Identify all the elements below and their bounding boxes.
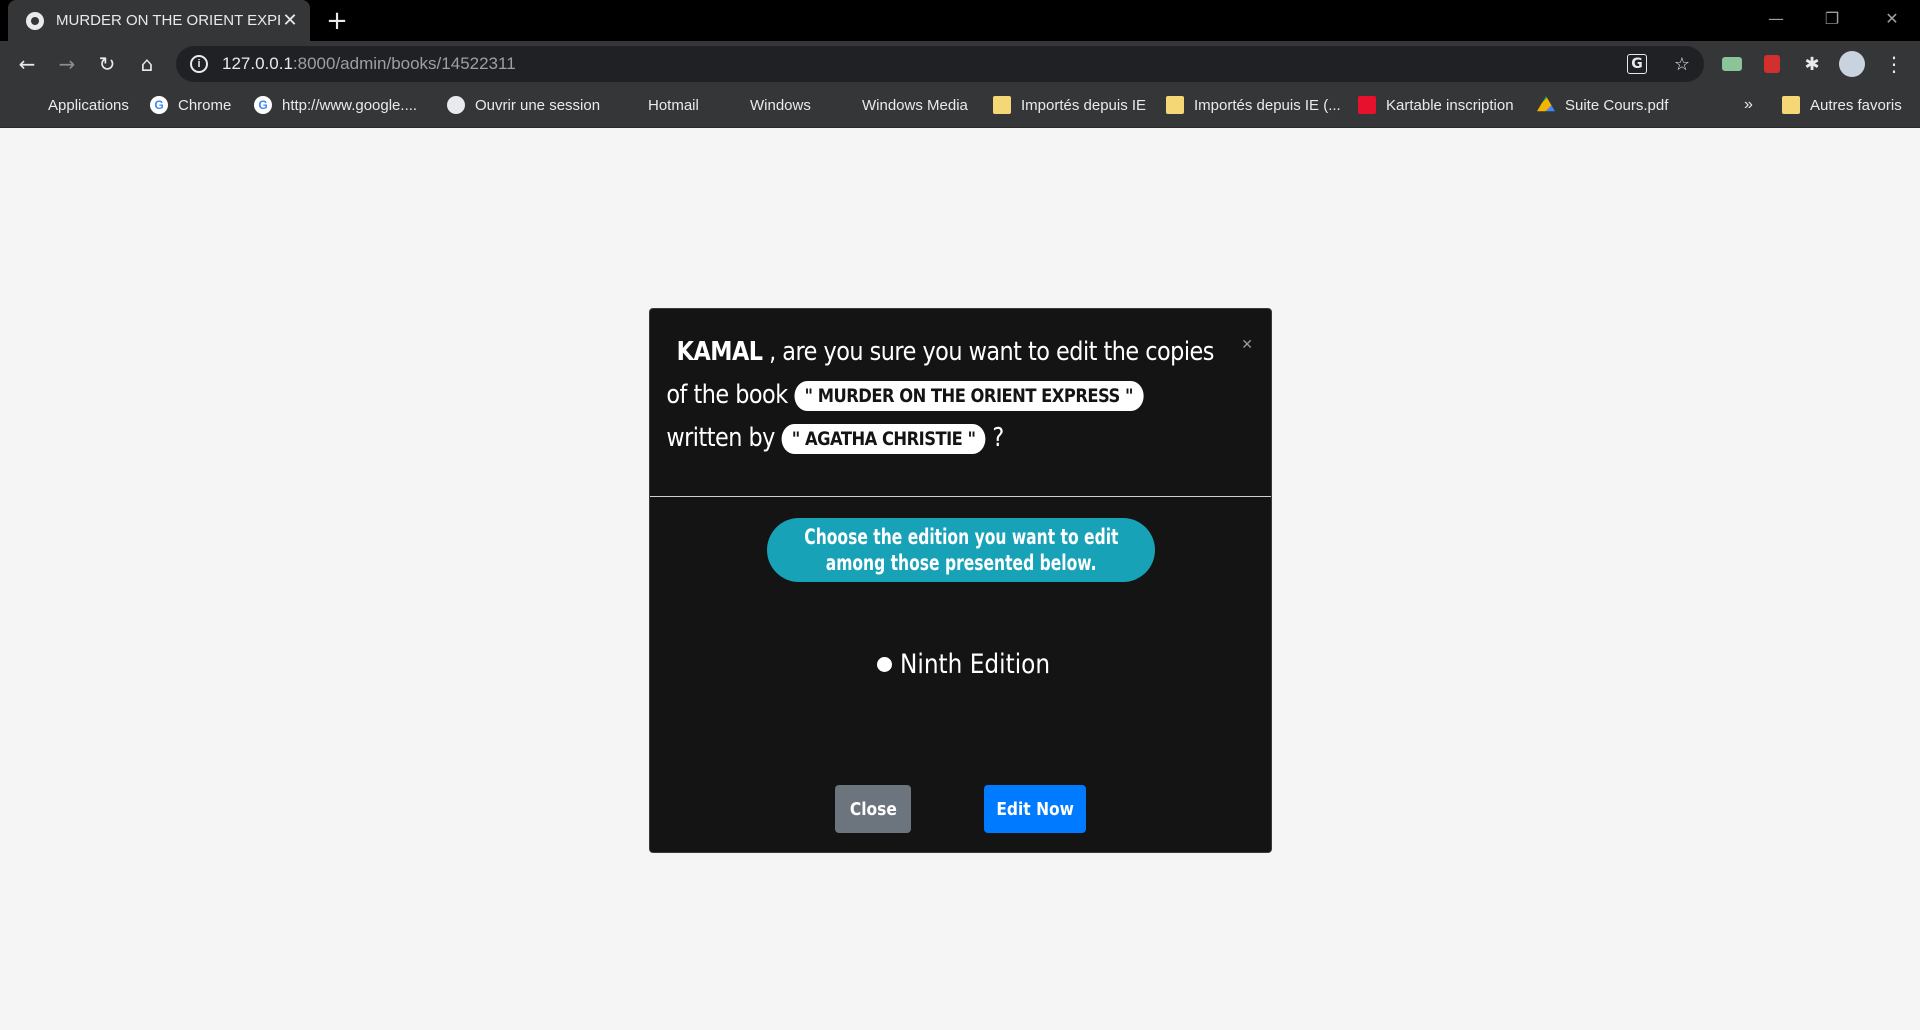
tab-strip: MURDER ON THE ORIENT EXPRE ✕ + — ❐ ✕ bbox=[0, 0, 1920, 41]
bookmark-kartable[interactable]: Kartable inscription bbox=[1358, 87, 1514, 123]
bookmark-label: http://www.google.... bbox=[282, 96, 418, 114]
globe-icon bbox=[26, 11, 44, 30]
tab-title: MURDER ON THE ORIENT EXPRE bbox=[56, 12, 280, 29]
author-badge: " AGATHA CHRISTIE " bbox=[781, 423, 986, 454]
question-text: written by bbox=[666, 423, 782, 453]
folder-icon bbox=[993, 96, 1011, 114]
windows-logo-icon bbox=[834, 96, 852, 114]
kartable-icon bbox=[1358, 96, 1376, 114]
bookmark-suite-cours[interactable]: Suite Cours.pdf bbox=[1537, 87, 1668, 123]
forward-icon[interactable]: → bbox=[52, 49, 82, 79]
edit-now-button[interactable]: Edit Now bbox=[984, 785, 1086, 833]
bookmark-label: Autres favoris bbox=[1810, 96, 1902, 114]
address-bar[interactable]: i 127.0.0.1 :8000/admin/books/14522311 bbox=[176, 46, 1704, 82]
windows-logo-icon bbox=[620, 96, 638, 114]
bookmark-label: Applications bbox=[48, 96, 129, 114]
windows-logo-icon bbox=[722, 96, 740, 114]
bookmark-google[interactable]: http://www.google.... bbox=[254, 87, 417, 123]
banner-line-2: among those presented below. bbox=[825, 551, 1097, 575]
bookmark-label: Kartable inscription bbox=[1386, 96, 1514, 114]
apps-grid-icon bbox=[20, 96, 38, 114]
google-drive-icon bbox=[1537, 96, 1555, 112]
minimize-button[interactable]: — bbox=[1748, 0, 1804, 36]
window-close-button[interactable]: ✕ bbox=[1864, 0, 1920, 36]
globe-icon bbox=[447, 96, 465, 114]
bookmarks-overflow-icon[interactable]: » bbox=[1744, 87, 1753, 123]
new-tab-button[interactable]: + bbox=[323, 6, 351, 36]
bookmark-hotmail[interactable]: Hotmail bbox=[620, 87, 699, 123]
close-button-label: Close bbox=[849, 798, 897, 820]
banner-line-1: Choose the edition you want to edit bbox=[803, 525, 1119, 549]
bookmark-label: Windows bbox=[750, 96, 811, 114]
bookmark-importes-ie[interactable]: Importés depuis IE bbox=[993, 87, 1146, 123]
user-name: KAMAL bbox=[676, 337, 763, 367]
google-icon bbox=[254, 96, 272, 114]
bookmark-windows[interactable]: Windows bbox=[722, 87, 811, 123]
question-text: ? bbox=[985, 423, 1004, 453]
browser-tab[interactable]: MURDER ON THE ORIENT EXPRE ✕ bbox=[8, 0, 310, 41]
bookmark-label: Ouvrir une session bbox=[475, 96, 601, 114]
bookmark-star-icon[interactable]: ☆ bbox=[1668, 50, 1696, 78]
modal-close-icon[interactable]: ✕ bbox=[1241, 337, 1253, 353]
google-icon bbox=[150, 96, 168, 114]
url-path: :8000/admin/books/14522311 bbox=[292, 54, 516, 73]
reload-icon[interactable]: ↻ bbox=[92, 49, 122, 79]
edition-instruction-banner: Choose the edition you want to edit among… bbox=[767, 518, 1155, 582]
book-title-badge: " MURDER ON THE ORIENT EXPRESS " bbox=[794, 380, 1144, 411]
bookmark-ouvrir-session[interactable]: Ouvrir une session bbox=[447, 87, 600, 123]
folder-icon bbox=[1782, 96, 1800, 114]
edition-option[interactable]: Ninth Edition bbox=[877, 649, 1075, 680]
bookmark-windows-media[interactable]: Windows Media bbox=[834, 87, 968, 123]
bookmark-label: Chrome bbox=[178, 96, 232, 114]
bookmark-label: Importés depuis IE bbox=[1021, 96, 1147, 114]
bookmark-label: Suite Cours.pdf bbox=[1565, 96, 1669, 114]
bookmark-label: Windows Media bbox=[862, 96, 968, 114]
edition-radio[interactable] bbox=[877, 657, 892, 672]
shield-extension-icon[interactable] bbox=[1758, 50, 1786, 78]
bookmark-other-favorites[interactable]: Autres favoris bbox=[1782, 87, 1902, 123]
close-button[interactable]: Close bbox=[835, 785, 911, 833]
bookmark-label: Hotmail bbox=[648, 96, 699, 114]
browser-toolbar: ← → ↻ ⌂ i 127.0.0.1 :8000/admin/books/14… bbox=[0, 41, 1920, 87]
puzzle-icon[interactable]: ✱ bbox=[1798, 50, 1826, 78]
tab-close-icon[interactable]: ✕ bbox=[280, 10, 300, 31]
edit-now-button-label: Edit Now bbox=[996, 798, 1074, 820]
maximize-button[interactable]: ❐ bbox=[1804, 0, 1860, 36]
site-info-icon[interactable]: i bbox=[190, 55, 208, 73]
bookmark-applications[interactable]: Applications bbox=[20, 87, 129, 123]
modal-header: KAMAL , are you sure you want to edit th… bbox=[650, 309, 1271, 497]
edit-confirmation-modal: KAMAL , are you sure you want to edit th… bbox=[649, 308, 1272, 853]
translate-icon[interactable]: G bbox=[1627, 54, 1647, 74]
edition-label: Ninth Edition bbox=[900, 649, 1051, 680]
home-icon[interactable]: ⌂ bbox=[132, 49, 162, 79]
bookmark-label: Importés depuis IE (... bbox=[1194, 96, 1341, 114]
bookmark-importes-ie-2[interactable]: Importés depuis IE (... bbox=[1166, 87, 1341, 123]
avatar[interactable] bbox=[1838, 50, 1866, 78]
bookmarks-bar: Applications Chrome http://www.google...… bbox=[0, 87, 1920, 128]
back-icon[interactable]: ← bbox=[12, 49, 42, 79]
menu-kebab-icon[interactable]: ⋮ bbox=[1880, 50, 1908, 78]
folder-icon bbox=[1166, 96, 1184, 114]
url-host: 127.0.0.1 bbox=[222, 54, 293, 73]
mail-extension-icon[interactable] bbox=[1718, 50, 1746, 78]
bookmark-chrome[interactable]: Chrome bbox=[150, 87, 231, 123]
